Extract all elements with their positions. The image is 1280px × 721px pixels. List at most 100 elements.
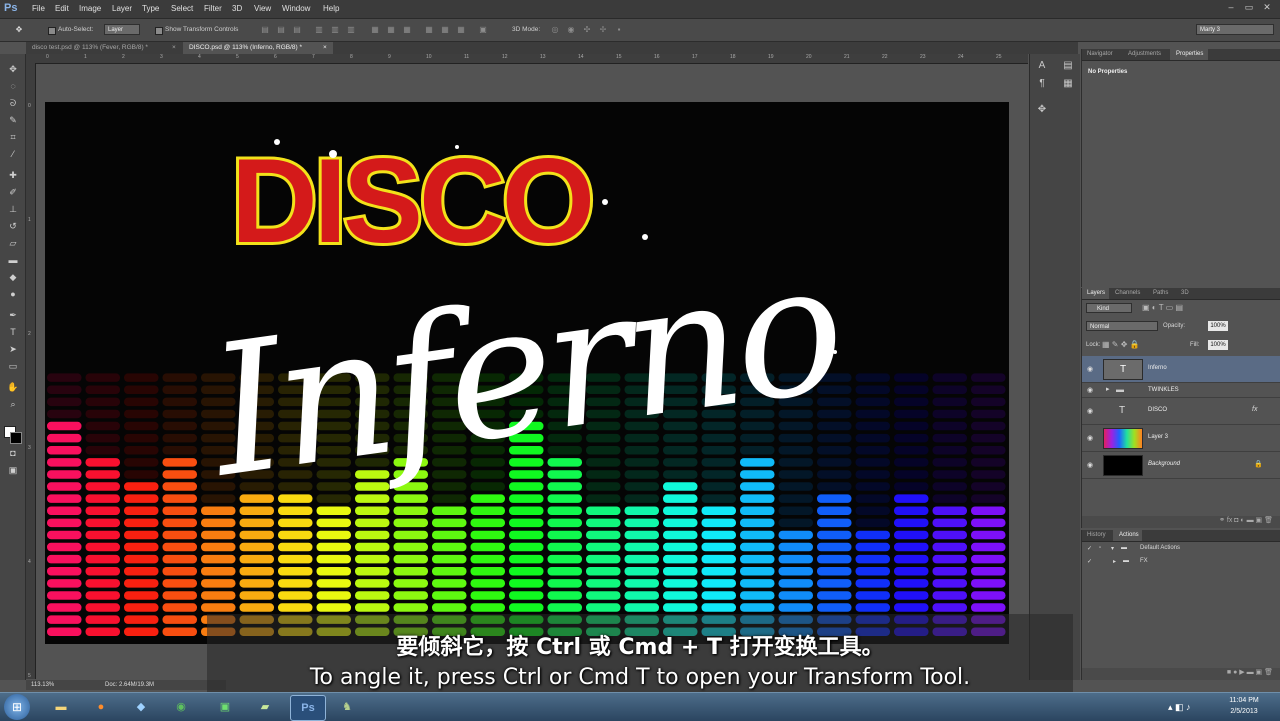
- show-transform-checkbox[interactable]: [155, 27, 163, 35]
- app-icon[interactable]: ◆: [124, 695, 158, 719]
- zoom-icon[interactable]: ⌕: [5, 397, 21, 411]
- photoshop-taskbar-icon[interactable]: Ps: [290, 695, 326, 721]
- blend-mode-dropdown[interactable]: Normal: [1086, 321, 1158, 331]
- eye-icon[interactable]: ◉: [1087, 407, 1095, 415]
- eyedropper-icon[interactable]: ⁄: [5, 147, 21, 161]
- type-icon[interactable]: T: [5, 325, 21, 339]
- distribute-icon[interactable]: ▦: [456, 25, 466, 35]
- menu-type[interactable]: Type: [142, 4, 159, 13]
- 3d-slide-icon[interactable]: ✢: [598, 25, 608, 35]
- hand-icon[interactable]: ✋: [5, 380, 21, 394]
- 3d-roll-icon[interactable]: ◉: [566, 25, 576, 35]
- align-vcenter-icon[interactable]: ▤: [276, 25, 286, 35]
- filter-icons[interactable]: ▣ ◐ T ▭ ▤: [1142, 303, 1183, 312]
- menu-view[interactable]: View: [254, 4, 271, 13]
- align-left-icon[interactable]: ▥: [314, 25, 324, 35]
- eraser-icon[interactable]: ▱: [5, 236, 21, 250]
- eye-icon[interactable]: ◉: [1087, 434, 1095, 442]
- lasso-icon[interactable]: ᘐ: [5, 96, 21, 110]
- menu-layer[interactable]: Layer: [112, 4, 132, 13]
- clone-stamp-icon[interactable]: ⊥: [5, 202, 21, 216]
- close-window-button[interactable]: ✕: [1258, 2, 1276, 14]
- start-button[interactable]: ⊞: [4, 694, 30, 720]
- auto-select-checkbox[interactable]: [48, 27, 56, 35]
- paragraph-icon[interactable]: ¶: [1036, 78, 1048, 90]
- background-color-swatch[interactable]: [10, 432, 22, 444]
- quick-mask-icon[interactable]: ◘: [5, 446, 21, 460]
- expand-arrow-icon[interactable]: ▸: [1106, 385, 1110, 393]
- close-icon[interactable]: ×: [323, 42, 327, 54]
- eye-icon[interactable]: ◉: [1087, 365, 1095, 373]
- path-select-icon[interactable]: ➤: [5, 342, 21, 356]
- align-hcenter-icon[interactable]: ▥: [330, 25, 340, 35]
- tab-3d[interactable]: 3D: [1181, 290, 1189, 296]
- action-set-fx[interactable]: ✓ ▸ ▬ FX: [1082, 558, 1280, 570]
- layers-footer-icons[interactable]: ⚭ fx ◘ ◐ ▬ ▣ 🗑: [1082, 516, 1280, 528]
- tab-disco-test[interactable]: disco test.psd @ 113% (Fever, RGB/8) * ×: [26, 42, 182, 54]
- quick-select-icon[interactable]: ✎: [5, 113, 21, 127]
- tab-disco-inferno[interactable]: DISCO.psd @ 113% (Inferno, RGB/8) * ×: [183, 42, 333, 54]
- tab-layers[interactable]: Layers: [1087, 290, 1105, 296]
- minimize-button[interactable]: –: [1222, 2, 1240, 14]
- menu-file[interactable]: File: [32, 4, 45, 13]
- expand-arrow-icon[interactable]: ▾: [1111, 545, 1114, 552]
- character-icon[interactable]: A: [1036, 60, 1048, 72]
- brush-icon[interactable]: ✐: [5, 185, 21, 199]
- shape-icon[interactable]: ▭: [5, 359, 21, 373]
- tab-history[interactable]: History: [1087, 532, 1106, 538]
- menu-help[interactable]: Help: [323, 4, 339, 13]
- firefox-icon[interactable]: ●: [84, 695, 118, 719]
- workspace-dropdown[interactable]: Marty 3: [1196, 24, 1274, 35]
- opacity-input[interactable]: 100%: [1208, 321, 1228, 331]
- healing-icon[interactable]: ✚: [5, 168, 21, 182]
- tab-actions[interactable]: Actions: [1119, 532, 1139, 538]
- align-bottom-icon[interactable]: ▤: [292, 25, 302, 35]
- layer-row-disco[interactable]: ◉ T DISCO fx: [1082, 398, 1280, 425]
- swatches-icon[interactable]: ▦: [1062, 78, 1074, 90]
- eye-icon[interactable]: ◉: [1087, 386, 1095, 394]
- 3d-rotate-icon[interactable]: ◎: [550, 25, 560, 35]
- auto-align-icon[interactable]: ▣: [478, 25, 488, 35]
- menu-3d[interactable]: 3D: [232, 4, 242, 13]
- menu-filter[interactable]: Filter: [204, 4, 222, 13]
- 3d-pan-icon[interactable]: ✣: [582, 25, 592, 35]
- 3d-scale-icon[interactable]: ▪: [614, 25, 624, 35]
- gradient-icon[interactable]: ▬: [5, 253, 21, 267]
- clock-time[interactable]: 11:04 PM: [1222, 697, 1266, 704]
- distribute-icon[interactable]: ▦: [402, 25, 412, 35]
- distribute-icon[interactable]: ▦: [424, 25, 434, 35]
- align-right-icon[interactable]: ▥: [346, 25, 356, 35]
- menu-edit[interactable]: Edit: [55, 4, 69, 13]
- history-brush-icon[interactable]: ↺: [5, 219, 21, 233]
- check-icon[interactable]: ✓: [1087, 545, 1092, 552]
- menu-window[interactable]: Window: [282, 4, 310, 13]
- explorer-icon[interactable]: ▬: [44, 695, 78, 719]
- menu-image[interactable]: Image: [79, 4, 101, 13]
- fill-input[interactable]: 100%: [1208, 340, 1228, 350]
- screen-mode-icon[interactable]: ▣: [5, 463, 21, 477]
- tool-presets-icon[interactable]: ✥: [1036, 104, 1048, 116]
- fx-icon[interactable]: fx: [1252, 406, 1257, 413]
- menu-select[interactable]: Select: [171, 4, 193, 13]
- tab-channels[interactable]: Channels: [1115, 290, 1140, 296]
- align-top-icon[interactable]: ▤: [260, 25, 270, 35]
- close-icon[interactable]: ×: [172, 42, 176, 54]
- filter-kind-dropdown[interactable]: Kind: [1086, 303, 1132, 313]
- crop-icon[interactable]: ⌗: [5, 130, 21, 144]
- dodge-icon[interactable]: ●: [5, 287, 21, 301]
- distribute-icon[interactable]: ▦: [440, 25, 450, 35]
- tab-paths[interactable]: Paths: [1153, 290, 1168, 296]
- auto-select-dropdown[interactable]: Layer: [104, 24, 140, 35]
- distribute-icon[interactable]: ▦: [370, 25, 380, 35]
- app-icon[interactable]: ▰: [248, 695, 282, 719]
- layer-row-background[interactable]: ◉ Background 🔒: [1082, 452, 1280, 479]
- pen-icon[interactable]: ✒: [5, 308, 21, 322]
- expand-arrow-icon[interactable]: ▸: [1113, 558, 1116, 565]
- eye-icon[interactable]: ◉: [1087, 461, 1095, 469]
- tray-icons[interactable]: ▴ ◧ ♪: [1168, 702, 1191, 713]
- move-tool-preset-icon[interactable]: ✥: [14, 25, 24, 35]
- dialog-toggle-icon[interactable]: ▫: [1099, 545, 1101, 551]
- layer-row-inferno[interactable]: ◉ T Inferno: [1082, 356, 1280, 383]
- distribute-icon[interactable]: ▦: [386, 25, 396, 35]
- maximize-button[interactable]: ▭: [1240, 2, 1258, 14]
